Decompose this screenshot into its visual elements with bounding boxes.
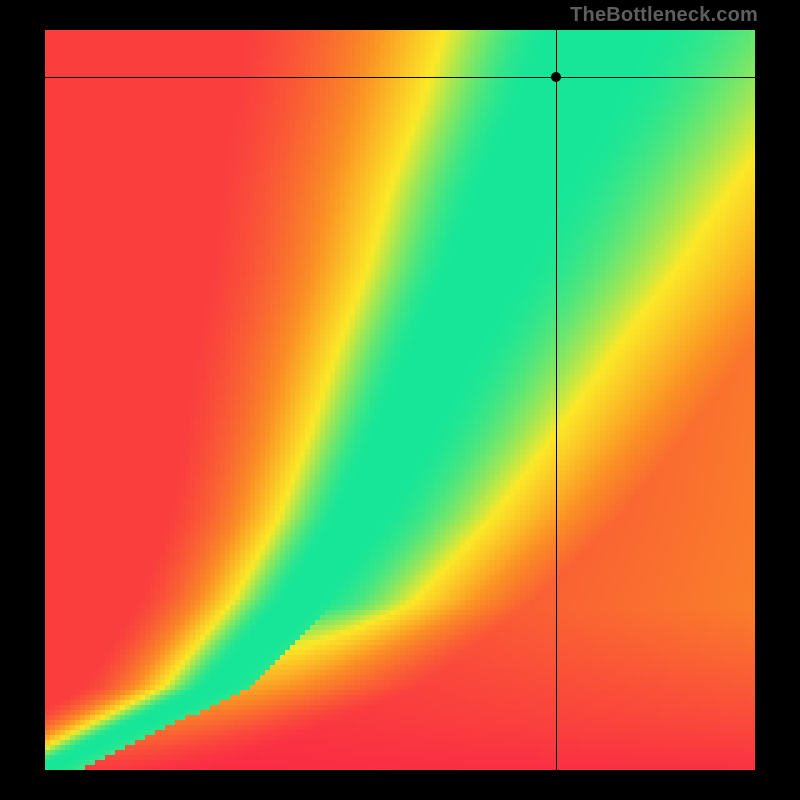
heatmap-canvas [45, 30, 755, 770]
crosshair-vertical [556, 30, 557, 770]
marker-dot [551, 72, 561, 82]
stage: TheBottleneck.com [0, 0, 800, 800]
crosshair-horizontal [45, 77, 755, 78]
heatmap-plot [45, 30, 755, 770]
watermark-text: TheBottleneck.com [570, 4, 758, 27]
